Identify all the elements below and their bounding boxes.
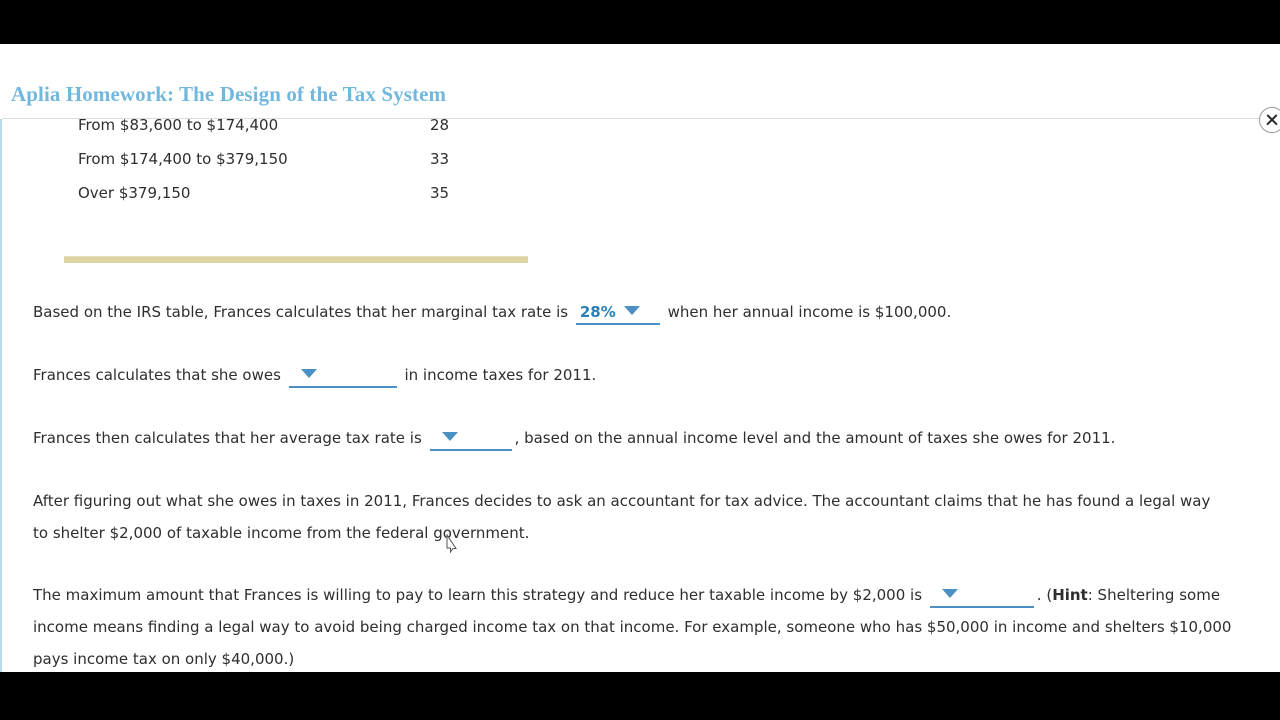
- question-2-paragraph: Frances calculates that she owes in inco…: [33, 359, 1253, 391]
- question-2-text-after: in income taxes for 2011.: [404, 366, 597, 384]
- accountant-narrative-paragraph: After figuring out what she owes in taxe…: [33, 492, 1211, 542]
- page-left-border: [0, 44, 2, 672]
- question-3-text-after: , based on the annual income level and t…: [514, 429, 1116, 447]
- close-icon[interactable]: [1259, 107, 1280, 133]
- chevron-down-icon: [623, 306, 640, 315]
- tax-bracket-rate: 33: [430, 150, 450, 168]
- tax-bracket-rate: 35: [430, 184, 450, 202]
- letterbox-top-bar: [0, 0, 1280, 44]
- income-taxes-owed-dropdown[interactable]: [288, 365, 397, 388]
- hint-label: Hint: [1052, 586, 1088, 604]
- tax-bracket-range: Over $379,150: [78, 184, 191, 202]
- chevron-down-icon: [441, 432, 458, 441]
- tax-bracket-table: From $83,600 to $174,400 28 From $174,40…: [64, 110, 534, 212]
- page-title: Aplia Homework: The Design of the Tax Sy…: [11, 82, 447, 106]
- question-2-text-before: Frances calculates that she owes: [33, 366, 281, 384]
- question-1-text-before: Based on the IRS table, Frances calculat…: [33, 303, 569, 321]
- question-5-punctuation: . (: [1036, 586, 1053, 604]
- question-1-paragraph: Based on the IRS table, Frances calculat…: [33, 296, 1253, 328]
- question-5-paragraph: The maximum amount that Frances is willi…: [33, 579, 1238, 672]
- chevron-down-icon: [941, 589, 958, 598]
- question-5-text-before: The maximum amount that Frances is willi…: [33, 586, 923, 604]
- letterbox-bottom-bar: [0, 672, 1280, 720]
- table-row: From $174,400 to $379,150 33: [64, 144, 534, 178]
- question-3-paragraph: Frances then calculates that her average…: [33, 422, 1253, 454]
- tax-bracket-range: From $174,400 to $379,150: [78, 150, 288, 168]
- table-row: Over $379,150 35: [64, 178, 534, 212]
- marginal-tax-rate-value: 28%: [579, 303, 616, 321]
- question-3-text-before: Frances then calculates that her average…: [33, 429, 422, 447]
- average-tax-rate-dropdown[interactable]: [429, 428, 512, 451]
- marginal-tax-rate-dropdown[interactable]: 28%: [575, 302, 660, 325]
- table-bottom-accent-bar: [64, 256, 528, 263]
- header-divider: [2, 118, 1280, 119]
- chevron-down-icon: [300, 369, 317, 378]
- dialog-header: Aplia Homework: The Design of the Tax Sy…: [0, 44, 1280, 119]
- homework-page: From $83,600 to $174,400 28 From $174,40…: [0, 44, 1280, 672]
- willingness-to-pay-dropdown[interactable]: [929, 585, 1034, 608]
- question-1-text-after: when her annual income is $100,000.: [667, 303, 952, 321]
